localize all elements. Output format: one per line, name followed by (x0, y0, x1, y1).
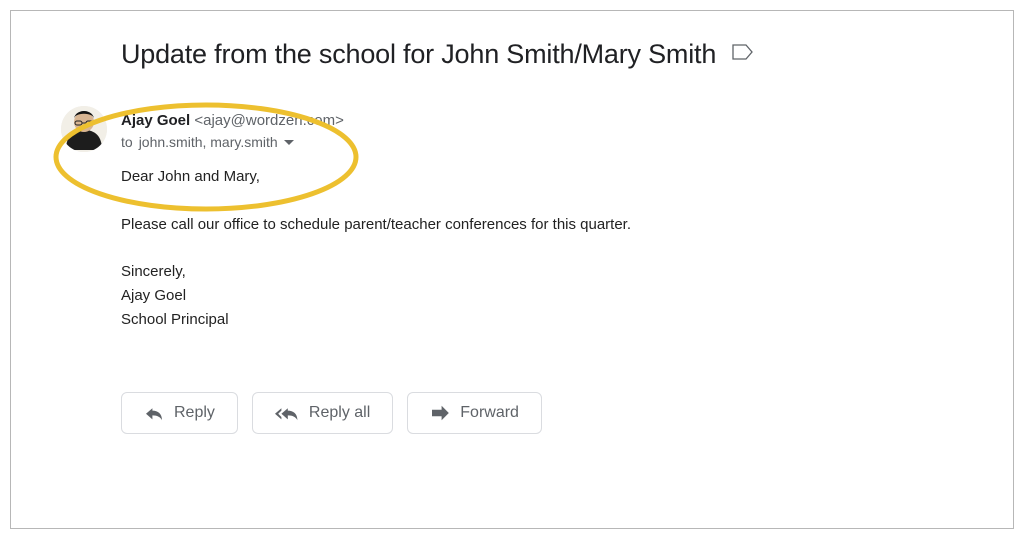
sender-block: Ajay Goel <ajay@wordzen.com> to john.smi… (121, 110, 923, 150)
signature-name: Ajay Goel (121, 284, 923, 308)
body-salutation: Dear John and Mary, (121, 164, 923, 190)
reply-label: Reply (174, 403, 215, 423)
reply-all-button[interactable]: Reply all (252, 392, 393, 434)
chevron-down-icon[interactable] (284, 140, 294, 145)
recipients-line[interactable]: to john.smith, mary.smith (121, 134, 923, 150)
recipients-prefix: to (121, 134, 133, 150)
reply-all-icon (275, 405, 299, 421)
email-inner: Update from the school for John Smith/Ma… (11, 11, 1013, 454)
sender-line: Ajay Goel <ajay@wordzen.com> (121, 110, 923, 132)
email-frame: Update from the school for John Smith/Ma… (10, 10, 1014, 529)
actions-row: Reply Reply all Forward (121, 392, 923, 434)
reply-icon (144, 405, 164, 421)
body-closing: Sincerely, (121, 260, 923, 284)
label-chip-icon (732, 43, 754, 66)
reply-all-label: Reply all (309, 403, 370, 423)
sender-avatar[interactable] (61, 106, 107, 152)
email-body: Dear John and Mary, Please call our offi… (121, 164, 923, 332)
forward-label: Forward (460, 403, 519, 423)
email-subject: Update from the school for John Smith/Ma… (121, 39, 716, 70)
sender-email: <ajay@wordzen.com> (194, 112, 343, 129)
forward-button[interactable]: Forward (407, 392, 542, 434)
recipients-list: john.smith, mary.smith (139, 134, 278, 150)
subject-row: Update from the school for John Smith/Ma… (121, 39, 923, 70)
reply-button[interactable]: Reply (121, 392, 238, 434)
signature-title: School Principal (121, 308, 923, 332)
forward-icon (430, 405, 450, 421)
body-paragraph: Please call our office to schedule paren… (121, 212, 923, 238)
sender-name: Ajay Goel (121, 112, 190, 129)
